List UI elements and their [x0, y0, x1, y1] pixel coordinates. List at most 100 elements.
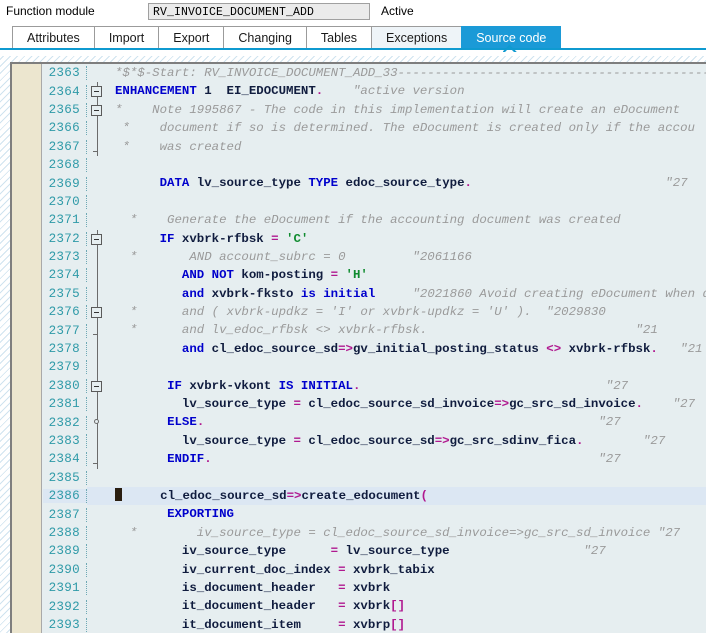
- code-line[interactable]: 2373 * AND account_subrc = 0 "2061166: [43, 247, 706, 267]
- code-line[interactable]: 2382 ELSE. "27: [43, 413, 706, 432]
- code-line-text[interactable]: ELSE. "27: [109, 413, 706, 431]
- code-line-text[interactable]: cl_edoc_source_sd=>create_edocument(: [109, 486, 706, 506]
- code-line-text[interactable]: DATA lv_source_type TYPE edoc_source_typ…: [109, 174, 706, 192]
- fold-marker-column: [87, 321, 109, 340]
- code-line[interactable]: 2364 ENHANCEMENT 1 EI_EDOCUMENT. "active …: [43, 82, 706, 101]
- code-lines-container[interactable]: 2363 *$*$-Start: RV_INVOICE_DOCUMENT_ADD_…: [43, 64, 706, 633]
- fold-marker-column[interactable]: [87, 229, 109, 248]
- code-line-text[interactable]: * was created: [109, 138, 706, 156]
- code-line[interactable]: 2386 cl_edoc_source_sd=>create_edocument…: [43, 486, 706, 506]
- code-line[interactable]: 2372 IF xvbrk-rfbsk = 'C': [43, 229, 706, 248]
- code-token: * was created: [115, 139, 242, 154]
- code-line-text[interactable]: * Note 1995867 - The code in this implem…: [109, 101, 706, 119]
- code-line-text[interactable]: and cl_edoc_source_sd=>gv_initial_postin…: [109, 340, 706, 358]
- code-line[interactable]: 2370: [43, 193, 706, 211]
- fold-marker-column[interactable]: [87, 376, 109, 396]
- code-line-text[interactable]: IF xvbrk-rfbsk = 'C': [109, 230, 706, 248]
- code-line-text[interactable]: * iv_source_type = cl_edoc_source_sd_inv…: [109, 524, 706, 542]
- code-line[interactable]: 2371 * Generate the eDocument if the acc…: [43, 211, 706, 229]
- code-line-text[interactable]: *$*$-Start: RV_INVOICE_DOCUMENT_ADD_33--…: [109, 64, 706, 82]
- code-line[interactable]: 2379: [43, 358, 706, 377]
- code-line-text[interactable]: [109, 193, 706, 211]
- fold-end-tick-icon: [93, 334, 98, 336]
- code-line-text[interactable]: iv_source_type = lv_source_type "27: [109, 542, 706, 560]
- code-line[interactable]: 2375 and xvbrk-fksto is initial "2021860…: [43, 284, 706, 304]
- code-line[interactable]: 2366 * document if so is determined. The…: [43, 119, 706, 138]
- code-token: gc_src_sdinv_fica: [449, 433, 577, 448]
- code-line[interactable]: 2367 * was created: [43, 137, 706, 156]
- code-line-text[interactable]: [109, 156, 706, 174]
- tab-exceptions[interactable]: Exceptions: [371, 26, 463, 48]
- code-line[interactable]: 2384 ENDIF. "27: [43, 450, 706, 469]
- fold-marker-column[interactable]: [87, 303, 109, 322]
- tab-list: Attributes Import Export Changing Tables Exce…: [0, 22, 706, 48]
- code-line[interactable]: 2387 EXPORTING: [43, 505, 706, 523]
- tab-tables[interactable]: Tables: [305, 26, 373, 48]
- function-module-name-input[interactable]: RV_INVOICE_DOCUMENT_ADD: [148, 2, 370, 20]
- code-line[interactable]: 2363 *$*$-Start: RV_INVOICE_DOCUMENT_ADD_…: [43, 64, 706, 82]
- code-line[interactable]: 2369 DATA lv_source_type TYPE edoc_sourc…: [43, 174, 706, 192]
- code-line-text[interactable]: * AND account_subrc = 0 "2061166: [109, 248, 706, 266]
- code-line-text[interactable]: lv_source_type = cl_edoc_source_sd=>gc_s…: [109, 432, 706, 450]
- code-line[interactable]: 2365 * Note 1995867 - The code in this im…: [43, 100, 706, 120]
- code-line-text[interactable]: * Generate the eDocument if the accounti…: [109, 211, 706, 229]
- code-line-text[interactable]: * document if so is determined. The eDoc…: [109, 119, 706, 137]
- code-line[interactable]: 2388 * iv_source_type = cl_edoc_source_s…: [43, 524, 706, 542]
- collapse-block-icon[interactable]: [91, 307, 102, 319]
- code-line-text[interactable]: * and lv_edoc_rfbsk <> xvbrk-rfbsk. "21: [109, 321, 706, 339]
- code-line-text[interactable]: [109, 469, 706, 487]
- code-line-text[interactable]: it_document_item = xvbrp[]: [109, 616, 706, 633]
- line-number: 2366: [43, 121, 87, 136]
- tab-import[interactable]: Import: [93, 26, 160, 48]
- tab-bar: Attributes Import Export Changing Tables Exce…: [0, 22, 706, 52]
- code-line-text[interactable]: [109, 358, 706, 376]
- code-line[interactable]: 2378 and cl_edoc_source_sd=>gv_initial_p…: [43, 339, 706, 359]
- code-line[interactable]: 2393 it_document_item = xvbrp[]: [43, 616, 706, 633]
- fold-guide-line: [97, 266, 98, 285]
- code-line[interactable]: 2385: [43, 469, 706, 487]
- code-line[interactable]: 2391 is_document_header = xvbrk: [43, 579, 706, 597]
- code-line[interactable]: 2380 IF xvbrk-vkont IS INITIAL. "27: [43, 376, 706, 396]
- code-line-text[interactable]: AND NOT kom-posting = 'H': [109, 266, 706, 284]
- code-line[interactable]: 2392 it_document_header = xvbrk[]: [43, 597, 706, 615]
- code-line[interactable]: 2376 * and ( xvbrk-updkz = 'I' or xvbrk-…: [43, 303, 706, 322]
- code-line-text[interactable]: IF xvbrk-vkont IS INITIAL. "27: [109, 377, 706, 395]
- fold-guide-line: [97, 431, 98, 451]
- source-code-editor[interactable]: 2363 *$*$-Start: RV_INVOICE_DOCUMENT_ADD_…: [10, 62, 706, 633]
- tab-changing[interactable]: Changing: [223, 26, 307, 48]
- code-token: xvbrk_tabix: [345, 562, 435, 577]
- code-line[interactable]: 2383 lv_source_type = cl_edoc_source_sd=…: [43, 431, 706, 451]
- code-line-text[interactable]: ENHANCEMENT 1 EI_EDOCUMENT. "active vers…: [109, 82, 706, 100]
- code-line[interactable]: 2374 AND NOT kom-posting = 'H': [43, 266, 706, 285]
- code-token: "27: [598, 415, 621, 430]
- code-line-text[interactable]: iv_current_doc_index = xvbrk_tabix: [109, 561, 706, 579]
- code-line[interactable]: 2389 iv_source_type = lv_source_type "27: [43, 542, 706, 560]
- code-token: =: [338, 562, 346, 577]
- tab-attributes[interactable]: Attributes: [12, 26, 95, 48]
- code-line-text[interactable]: * and ( xvbrk-updkz = 'I' or xvbrk-updkz…: [109, 303, 706, 321]
- collapse-block-icon[interactable]: [91, 380, 102, 392]
- collapse-block-icon[interactable]: [91, 233, 102, 245]
- fold-marker-column[interactable]: [87, 100, 109, 120]
- line-number: 2390: [43, 562, 87, 577]
- code-line-text[interactable]: EXPORTING: [109, 505, 706, 523]
- code-line-text[interactable]: ENDIF. "27: [109, 450, 706, 468]
- code-line-text[interactable]: is_document_header = xvbrk: [109, 579, 706, 597]
- code-line[interactable]: 2390 iv_current_doc_index = xvbrk_tabix: [43, 561, 706, 579]
- collapse-block-icon[interactable]: [91, 86, 102, 98]
- fold-marker-column: [87, 579, 109, 597]
- fold-branch-dot-icon: [94, 419, 99, 425]
- collapse-block-icon[interactable]: [91, 104, 102, 116]
- code-line[interactable]: 2368: [43, 156, 706, 174]
- code-line[interactable]: 2377 * and lv_edoc_rfbsk <> xvbrk-rfbsk.…: [43, 321, 706, 340]
- code-line[interactable]: 2381 lv_source_type = cl_edoc_source_sd_…: [43, 395, 706, 414]
- code-line-text[interactable]: lv_source_type = cl_edoc_source_sd_invoi…: [109, 395, 706, 413]
- fold-marker-column[interactable]: [87, 82, 109, 101]
- code-line-text[interactable]: and xvbrk-fksto is initial "2021860 Avoi…: [109, 285, 706, 303]
- tab-export[interactable]: Export: [158, 26, 225, 48]
- editor-margin-strip: [12, 64, 42, 633]
- code-line-text[interactable]: it_document_header = xvbrk[]: [109, 597, 706, 615]
